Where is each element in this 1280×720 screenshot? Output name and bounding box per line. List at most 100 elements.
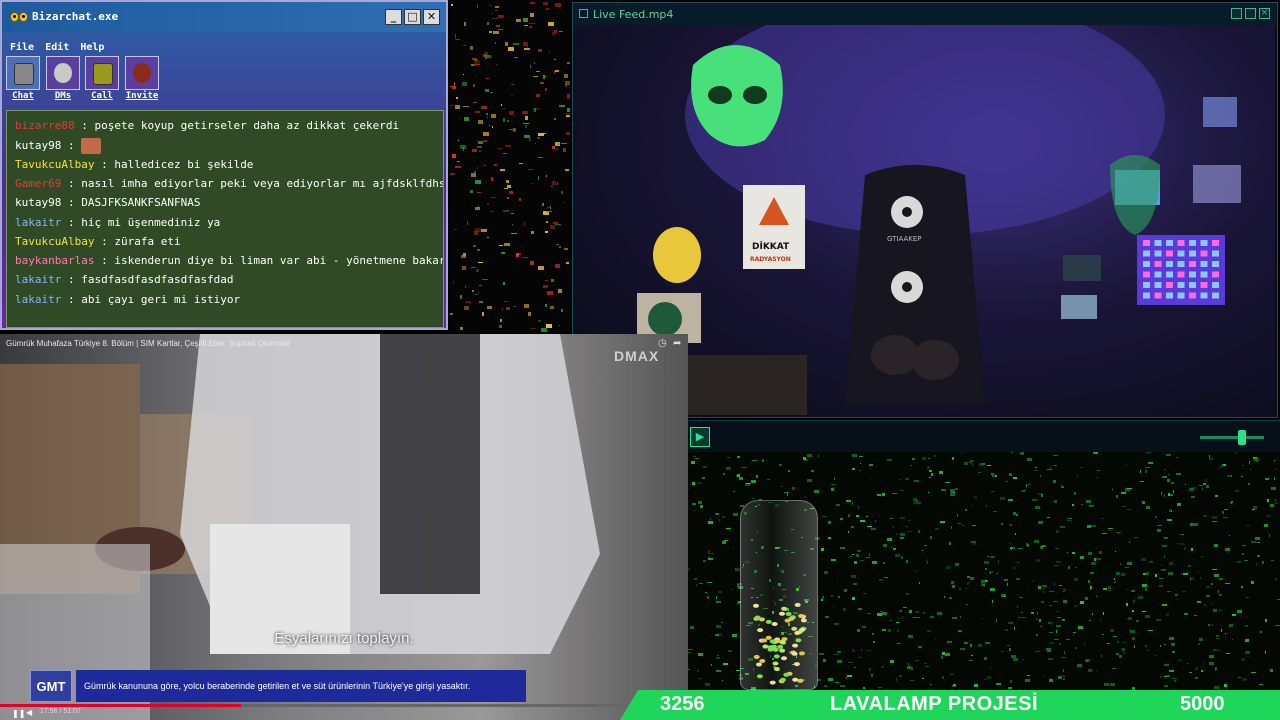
noise-pixel <box>1040 626 1042 627</box>
noise-pixel <box>1191 548 1193 551</box>
noise-pixel <box>477 146 482 148</box>
noise-pixel <box>1011 547 1015 549</box>
noise-pixel <box>1108 528 1113 529</box>
noise-pixel <box>1173 490 1174 493</box>
noise-pixel <box>1009 648 1011 651</box>
noise-pixel <box>482 279 488 280</box>
menu-help[interactable]: Help <box>80 42 104 53</box>
noise-pixel <box>457 161 460 162</box>
noise-pixel <box>896 533 898 535</box>
noise-pixel <box>547 291 553 295</box>
jelly-bean <box>795 638 802 643</box>
person-shirt <box>380 334 480 594</box>
chat-text: fasdfasdfasdfasdfasfdad <box>81 273 234 287</box>
chat-username[interactable]: TavukcuAlbay <box>15 235 94 248</box>
noise-pixel <box>848 662 853 663</box>
live-close-button[interactable]: × <box>1259 8 1270 19</box>
noise-pixel <box>1251 541 1256 543</box>
noise-pixel <box>945 653 950 656</box>
noise-pixel <box>929 470 932 472</box>
noise-pixel <box>1241 476 1243 477</box>
noise-pixel <box>519 163 523 164</box>
invite-tool-button[interactable] <box>125 56 159 90</box>
noise-pixel <box>872 561 877 564</box>
chat-username[interactable]: kutay98 <box>15 139 61 152</box>
noise-pixel <box>756 475 758 478</box>
noise-pixel <box>529 138 531 141</box>
noise-pixel <box>883 562 885 564</box>
maximize-button[interactable]: □ <box>404 9 421 25</box>
chat-username[interactable]: Gamer69 <box>15 177 61 190</box>
live-maximize-button[interactable] <box>1245 8 1256 19</box>
noise-pixel <box>1011 655 1016 658</box>
led-cell <box>1189 261 1196 267</box>
call-tool-button[interactable] <box>85 56 119 90</box>
pause-icon[interactable]: ❚❚ <box>12 709 25 718</box>
noise-pixel <box>707 557 710 558</box>
noise-pixel <box>1119 655 1122 658</box>
chat-username[interactable]: lakaitr <box>15 293 61 306</box>
noise-pixel <box>732 634 737 637</box>
chat-titlebar[interactable]: Bizarchat.exe _ □ ✕ <box>2 2 446 32</box>
volume-knob[interactable] <box>1238 430 1247 445</box>
menu-edit[interactable]: Edit <box>45 42 69 53</box>
noise-pixel <box>992 600 993 603</box>
led-cell <box>1177 292 1185 299</box>
noise-pixel <box>1096 670 1097 673</box>
noise-pixel <box>549 50 550 53</box>
dms-tool-button[interactable] <box>46 56 80 90</box>
noise-strip <box>450 0 570 332</box>
noise-pixel <box>498 29 503 30</box>
led-cell <box>1212 282 1219 288</box>
noise-pixel <box>1167 479 1170 482</box>
noise-pixel <box>1074 492 1076 495</box>
noise-pixel <box>1174 680 1176 682</box>
led-cell <box>1200 261 1208 267</box>
noise-pixel <box>491 211 494 212</box>
chat-tool-button[interactable] <box>6 56 40 90</box>
noise-pixel <box>824 571 828 574</box>
share-icon[interactable]: ➦ <box>673 338 681 349</box>
noise-pixel <box>1230 502 1232 504</box>
play-pause-button[interactable]: ▶ <box>690 427 710 447</box>
noise-pixel <box>552 146 555 149</box>
noise-pixel <box>490 92 493 93</box>
noise-pixel <box>559 246 561 248</box>
noise-pixel <box>1231 475 1232 477</box>
chat-log[interactable]: bizarre88 : poşete koyup getirseler daha… <box>6 110 444 328</box>
jelly-bean <box>756 662 762 667</box>
volume-slider[interactable] <box>1200 436 1264 439</box>
noise-pixel <box>751 462 752 463</box>
noise-pixel <box>787 493 788 496</box>
noise-pixel <box>503 282 505 285</box>
noise-pixel <box>1047 650 1051 652</box>
noise-pixel <box>908 663 909 665</box>
volume-icon[interactable]: ◀ <box>26 708 32 717</box>
chat-username[interactable]: lakaitr <box>15 273 61 286</box>
noise-pixel <box>1200 577 1201 579</box>
chat-username[interactable]: baykanbarlas <box>15 254 94 267</box>
noise-pixel <box>1001 651 1004 652</box>
live-minimize-button[interactable] <box>1231 8 1242 19</box>
noise-pixel <box>923 612 925 614</box>
watch-later-icon[interactable]: ◷ <box>658 338 667 349</box>
noise-pixel <box>1219 466 1223 468</box>
noise-pixel <box>1080 601 1084 604</box>
chat-username[interactable]: kutay98 <box>15 196 61 209</box>
chat-username[interactable]: lakaitr <box>15 216 61 229</box>
noise-pixel <box>949 542 951 545</box>
chat-username[interactable]: TavukcuAlbay <box>15 158 94 171</box>
noise-pixel <box>1127 618 1128 620</box>
led-cell <box>1154 282 1162 288</box>
video-player[interactable]: Gümrük Muhafaza Türkiye 8. Bölüm | SIM K… <box>0 334 688 720</box>
noise-pixel <box>858 608 862 610</box>
noise-pixel <box>996 573 998 574</box>
close-button[interactable]: ✕ <box>423 9 440 25</box>
noise-pixel <box>831 484 836 485</box>
menu-file[interactable]: File <box>10 42 34 53</box>
noise-pixel <box>716 670 721 672</box>
minimize-button[interactable]: _ <box>385 9 402 25</box>
chat-username[interactable]: bizarre88 <box>15 119 75 132</box>
live-feed-titlebar[interactable]: Live Feed.mp4 × <box>573 3 1277 25</box>
noise-pixel <box>850 556 852 557</box>
